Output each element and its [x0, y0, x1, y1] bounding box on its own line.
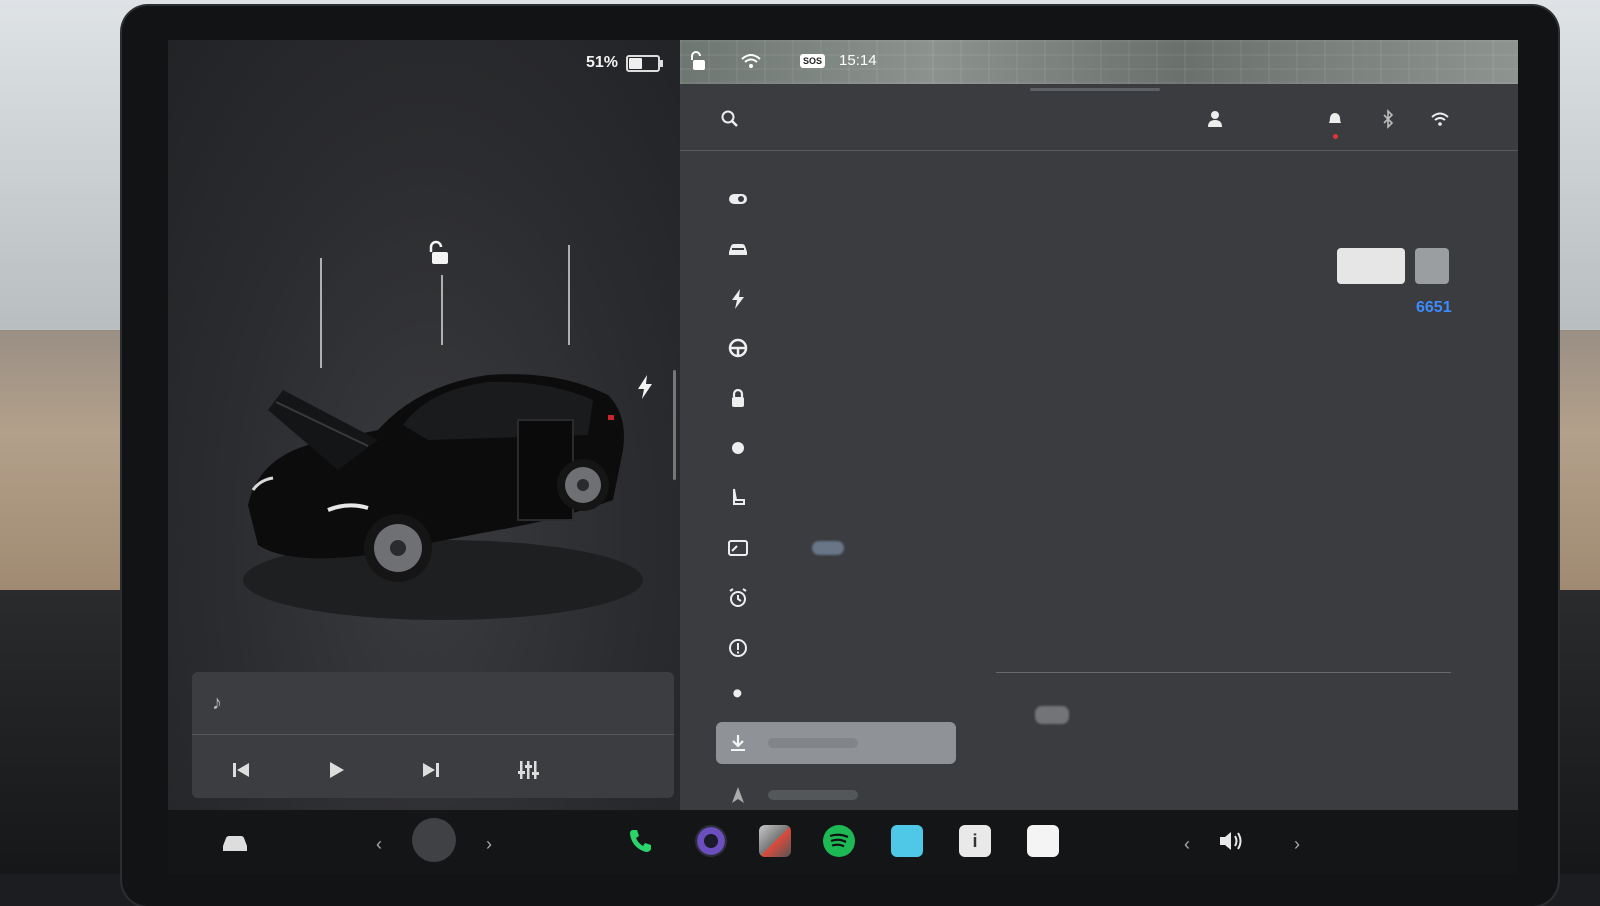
bolt-icon — [732, 289, 744, 309]
settings-header — [680, 84, 1518, 151]
alert-icon — [729, 639, 747, 657]
volume-icon[interactable] — [1214, 824, 1248, 858]
settings-panel: SOS 15:14 6651 — [680, 40, 1518, 874]
unlocked-icon[interactable] — [426, 240, 450, 266]
bottom-dock: ‹ › i ‹ › — [168, 810, 1518, 874]
car-model-image[interactable] — [228, 330, 648, 630]
media-thumbnail[interactable] — [412, 818, 456, 862]
blurred-label — [812, 541, 844, 555]
play-icon[interactable] — [323, 757, 349, 783]
chevron-left-icon[interactable]: ‹ — [376, 834, 382, 855]
sidebar-item-service[interactable] — [716, 677, 956, 719]
chevron-right-icon[interactable]: › — [486, 834, 492, 855]
search-icon[interactable] — [720, 109, 740, 129]
bluetooth-app-icon — [891, 825, 923, 857]
sidebar-item-schedule[interactable] — [716, 577, 956, 619]
battery-percent: 51% — [586, 54, 619, 71]
bluetooth-icon[interactable] — [1378, 109, 1398, 129]
download-icon — [731, 735, 745, 751]
sidebar-item-charging[interactable] — [716, 278, 956, 320]
drawer-handle[interactable] — [1030, 88, 1160, 91]
content-divider — [996, 672, 1451, 673]
car-visualization-panel: 51% ♪ — [168, 40, 688, 874]
bluetooth-app[interactable] — [890, 824, 924, 858]
phone-icon[interactable] — [624, 824, 658, 858]
camera-icon — [695, 825, 727, 857]
option-button-primary[interactable] — [1337, 248, 1405, 284]
sidebar-item-dynamics[interactable] — [716, 228, 956, 270]
alarm-clock-icon — [729, 588, 747, 607]
toybox-icon — [759, 825, 791, 857]
profile-icon[interactable] — [1205, 109, 1225, 129]
toybox-app[interactable] — [758, 824, 792, 858]
visualization-scrollbar — [673, 370, 676, 480]
notification-dot — [1333, 134, 1338, 139]
status-items: SOS 15:14 — [800, 52, 877, 69]
music-note-icon: ♪ — [212, 692, 222, 714]
car-menu-icon[interactable] — [218, 824, 252, 858]
info-icon: i — [959, 825, 991, 857]
notification-bell-icon[interactable] — [1325, 109, 1345, 129]
volume-up-chevron-icon[interactable]: › — [1294, 834, 1300, 855]
map-preview-strip[interactable]: SOS 15:14 — [680, 40, 1518, 84]
blurred-label — [768, 790, 858, 800]
spotify-app[interactable] — [822, 824, 856, 858]
sidebar-item-display[interactable] — [716, 477, 956, 519]
sos-badge[interactable]: SOS — [800, 53, 826, 68]
info-app[interactable]: i — [958, 824, 992, 858]
blurred-label — [768, 738, 858, 748]
spotify-icon — [823, 825, 855, 857]
sidebar-item-lights[interactable] — [716, 427, 956, 469]
version-number[interactable]: 6651 — [1416, 299, 1452, 317]
wrench-icon — [731, 689, 742, 705]
lock-icon — [732, 388, 744, 407]
status-lock-icon — [691, 51, 705, 70]
battery-icon — [626, 54, 664, 72]
touchscreen: 51% ♪ SOS 15:14 6651 ‹ › i ‹ › — [168, 40, 1518, 874]
clock-time: 15:14 — [839, 52, 877, 69]
steering-wheel-icon — [728, 338, 748, 358]
next-track-icon[interactable] — [418, 757, 444, 783]
notes-icon — [1027, 825, 1059, 857]
battery-fill — [629, 57, 643, 69]
car-icon — [729, 244, 747, 255]
media-player: ♪ — [192, 672, 674, 798]
sidebar-item-software[interactable] — [716, 722, 956, 764]
option-button-secondary[interactable] — [1415, 248, 1449, 284]
volume-down-chevron-icon[interactable]: ‹ — [1184, 834, 1190, 855]
settings-content: 6651 — [980, 152, 1518, 874]
display-icon — [728, 540, 748, 556]
media-now-playing[interactable]: ♪ — [192, 672, 674, 735]
camera-app[interactable] — [694, 824, 728, 858]
sidebar-item-autopilot[interactable] — [716, 327, 956, 369]
navigate-icon — [732, 787, 744, 803]
sidebar-item-safety[interactable] — [716, 627, 956, 669]
toggle-icon — [729, 194, 747, 204]
sidebar-item-trips[interactable] — [716, 527, 956, 569]
blurred-content — [1035, 706, 1069, 724]
light-icon — [732, 442, 744, 454]
sidebar-item-controls[interactable] — [716, 178, 956, 220]
notes-app[interactable] — [1026, 824, 1060, 858]
equalizer-icon[interactable] — [515, 757, 541, 783]
settings-sidebar — [680, 152, 980, 874]
battery-status: 51% — [586, 54, 664, 72]
wifi-icon[interactable] — [1430, 109, 1450, 129]
seat-icon — [733, 488, 745, 505]
previous-track-icon[interactable] — [228, 757, 254, 783]
sidebar-item-locks[interactable] — [716, 377, 956, 419]
status-wifi-icon — [741, 54, 761, 68]
